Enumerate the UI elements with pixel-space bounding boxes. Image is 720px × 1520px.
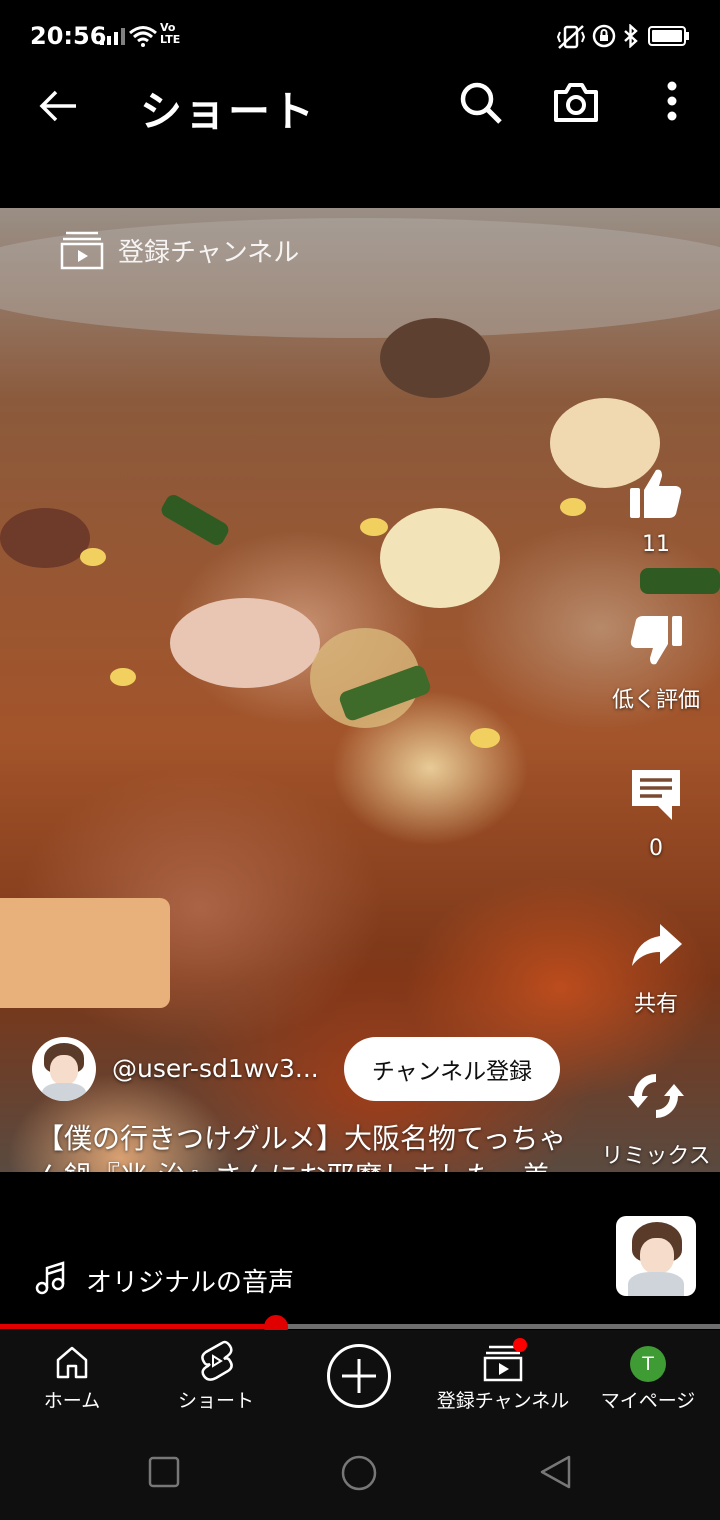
subscribe-button[interactable]: チャンネル登録 (344, 1037, 560, 1101)
camera-icon[interactable] (552, 80, 600, 124)
vibrate-icon (556, 25, 586, 49)
subscriptions-icon (60, 231, 104, 270)
search-icon[interactable] (458, 80, 504, 126)
page-title: ショート (140, 87, 317, 136)
status-bar: 20:56 Vo LTE (0, 0, 720, 72)
music-note-icon (35, 1261, 65, 1295)
nav-shorts-label: ショート (177, 1390, 254, 1412)
nav-subscriptions-label: 登録チャンネル (436, 1390, 570, 1412)
volte-icon: Vo LTE (160, 21, 181, 46)
share-label: 共有 (633, 992, 678, 1017)
nav-home[interactable]: ホーム (2, 1330, 142, 1430)
nav-library-label: マイページ (600, 1390, 696, 1412)
comment-icon[interactable] (628, 766, 684, 822)
nav-subscriptions[interactable]: 登録チャンネル (433, 1330, 573, 1430)
progress-fill (0, 1324, 277, 1329)
short-video-player[interactable]: 登録チャンネル 11 低く評価 0 共有 リミックス @user-sd1wv3.… (0, 208, 720, 1172)
like-icon[interactable] (626, 466, 686, 522)
audio-thumbnail[interactable] (616, 1216, 696, 1296)
remix-label: リミックス (601, 1144, 711, 1169)
home-circle-icon[interactable] (340, 1454, 378, 1492)
bottom-navigation: ホーム ショート 登録チャンネル T マイページ (0, 1330, 720, 1430)
nav-library[interactable]: T マイページ (578, 1330, 718, 1430)
nav-shorts[interactable]: ショート (146, 1330, 286, 1430)
create-button[interactable] (327, 1344, 391, 1408)
plus-icon (342, 1359, 376, 1393)
home-icon (56, 1346, 88, 1379)
more-options-icon[interactable] (660, 80, 684, 124)
back-arrow-icon[interactable] (36, 84, 80, 128)
notification-dot (513, 1338, 527, 1352)
comment-count: 0 (649, 836, 663, 861)
video-description[interactable]: 【僕の行きつけグルメ】大阪名物てっちゃん鍋『兆-治』さんにお邪魔しました。美味し… (36, 1120, 576, 1172)
bluetooth-icon (624, 24, 638, 48)
remix-icon[interactable] (626, 1068, 686, 1124)
recents-icon[interactable] (148, 1456, 180, 1488)
cellular-signal-icon (100, 28, 125, 45)
battery-icon (648, 26, 689, 46)
channel-handle[interactable]: @user-sd1wv3... (112, 1054, 319, 1083)
nav-home-label: ホーム (43, 1390, 101, 1412)
channel-avatar[interactable] (32, 1037, 96, 1101)
subscriptions-chip-label[interactable]: 登録チャンネル (118, 232, 299, 269)
back-triangle-icon[interactable] (538, 1454, 572, 1490)
lock-rotation-icon (592, 24, 616, 48)
audio-label[interactable]: オリジナルの音声 (86, 1262, 294, 1299)
wifi-icon (129, 26, 157, 47)
video-progress-bar[interactable] (0, 1315, 720, 1339)
like-count: 11 (642, 532, 670, 557)
dislike-icon[interactable] (626, 612, 686, 668)
app-header: ショート (0, 72, 720, 142)
share-icon[interactable] (628, 920, 684, 970)
status-time: 20:56 (30, 22, 107, 50)
dislike-label: 低く評価 (611, 688, 700, 713)
account-avatar: T (630, 1346, 666, 1382)
system-navigation-bar (0, 1430, 720, 1520)
shorts-icon (201, 1340, 233, 1381)
